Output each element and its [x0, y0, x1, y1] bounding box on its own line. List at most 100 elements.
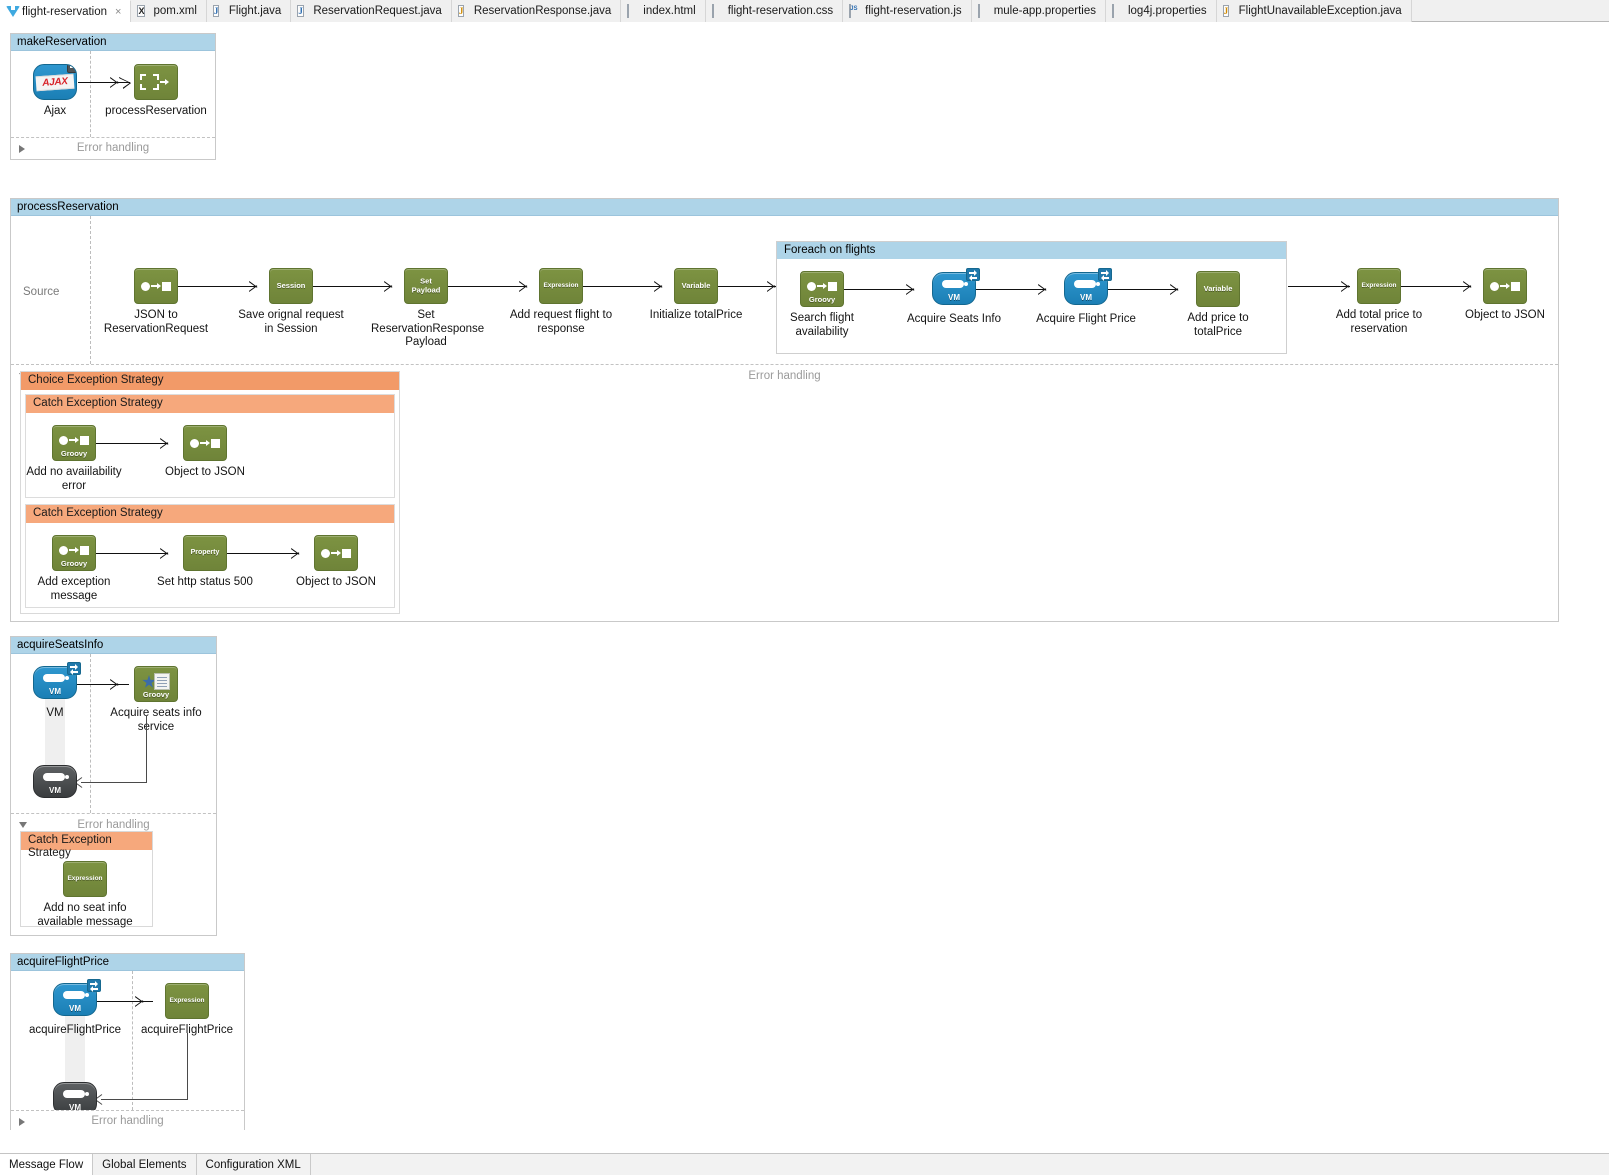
flow-acquire-seats-info[interactable]: acquireSeatsInfo VM VM Groovy Acquire se… [10, 636, 217, 936]
close-icon[interactable]: × [115, 6, 121, 18]
node-add-price-to-totalprice[interactable]: Variable Add price to totalPrice [1163, 271, 1273, 339]
editor-tab-flight-java[interactable]: Flight.java [206, 0, 292, 22]
node-vm-inbound[interactable]: VM VM [0, 662, 110, 721]
node-add-no-availability-error[interactable]: Groovy Add no avaiilability error [19, 425, 129, 493]
java-icon [297, 4, 309, 18]
catch-exception-strategy[interactable]: Catch Exception Strategy Groovy Add exce… [25, 504, 395, 608]
tab-configuration-xml[interactable]: Configuration XML [196, 1154, 311, 1175]
request-reply-badge [87, 979, 101, 992]
node-add-exception-message[interactable]: Groovy Add exception message [19, 535, 129, 603]
error-handling-label: Error handling [91, 1115, 164, 1127]
groovy-icon: Groovy [52, 535, 96, 571]
icon-label: VM [1080, 293, 1092, 302]
node-set-reservationresponse-payload[interactable]: Set Payload Set ReservationResponse Payl… [371, 268, 485, 350]
flow-title: processReservation [11, 199, 1558, 216]
editor-tab-bar: flight-reservation × pom.xml Flight.java… [0, 0, 1609, 22]
catch-exception-strategy[interactable]: Catch Exception Strategy Expression Add … [20, 831, 153, 929]
node-save-original-request-in-session[interactable]: Session Save orignal request in Session [236, 268, 346, 336]
node-label: Add price to totalPrice [1187, 312, 1249, 338]
editor-tab-flight-reservation-css[interactable]: flight-reservation.css [705, 0, 844, 22]
node-label: Search flight availability [790, 312, 854, 338]
node-acquire-flight-price-inbound[interactable]: VM acquireFlightPrice [20, 979, 130, 1038]
icon-label: Groovy [142, 690, 170, 699]
choice-exception-strategy[interactable]: Choice Exception Strategy Catch Exceptio… [20, 371, 400, 614]
icon-label: Expression [543, 282, 579, 289]
editor-tab-pom-xml[interactable]: pom.xml [131, 0, 207, 22]
mule-icon [6, 5, 18, 18]
node-acquire-flight-price-expression[interactable]: Expression acquireFlightPrice [132, 983, 242, 1038]
node-label: Add no avaiilability error [26, 466, 122, 492]
lane-divider [90, 216, 91, 364]
groovy-script-icon: Groovy [134, 666, 178, 702]
node-label: Object to JSON [296, 576, 376, 588]
editor-tab-log4j-properties[interactable]: log4j.properties [1105, 0, 1217, 22]
scope-title: Foreach on flights [777, 242, 1286, 259]
node-label: JSON to ReservationRequest [103, 309, 209, 335]
doc-icon [627, 3, 639, 18]
transformer-icon [134, 268, 178, 304]
editor-tab-label: ReservationRequest.java [313, 5, 442, 17]
set-payload-icon: Set Payload [404, 268, 448, 304]
node-label: Set ReservationResponse Payload [371, 309, 485, 348]
editor-tab-flight-reservation[interactable]: flight-reservation × [0, 0, 132, 22]
icon-label: Session [276, 281, 306, 290]
node-object-to-json[interactable]: Object to JSON [281, 535, 391, 590]
node-label: Object to JSON [1465, 309, 1545, 321]
flow-title: acquireFlightPrice [11, 954, 244, 971]
flow-process-reservation[interactable]: processReservation Source JSON to Reserv… [10, 198, 1559, 622]
js-icon [849, 3, 861, 18]
catch-exception-strategy[interactable]: Catch Exception Strategy Groovy Add no a… [25, 394, 395, 498]
vm-icon: VM [33, 662, 81, 699]
java-warning-icon [1222, 4, 1235, 18]
message-flow-canvas[interactable]: makeReservation AJAX Ajax processReserva… [0, 22, 1609, 1130]
editor-tab-label: index.html [643, 5, 696, 17]
flow-make-reservation[interactable]: makeReservation AJAX Ajax processReserva… [10, 33, 216, 160]
node-initialize-totalprice[interactable]: Variable Initialize totalPrice [641, 268, 751, 323]
tab-global-elements[interactable]: Global Elements [93, 1154, 197, 1175]
variable-icon: Variable [674, 268, 718, 304]
icon-label: Expression [169, 997, 205, 1004]
editor-tab-label: flight-reservation [22, 5, 108, 18]
icon-label: VM [49, 786, 61, 795]
flow-title: acquireSeatsInfo [11, 637, 216, 654]
node-ajax[interactable]: AJAX Ajax [0, 64, 110, 119]
node-label: Add request flight to response [509, 309, 613, 335]
node-label: Add no seat info available message [37, 902, 133, 928]
node-object-to-json[interactable]: Object to JSON [1450, 268, 1560, 323]
flow-acquire-flight-price[interactable]: acquireFlightPrice VM acquireFlightPrice… [10, 953, 245, 1130]
catch-strategy-title: Catch Exception Strategy [26, 505, 394, 523]
editor-tab-reservation-response-java[interactable]: ReservationResponse.java [451, 0, 622, 22]
error-handling-strip[interactable]: Error handling [11, 137, 215, 159]
node-add-no-seat-info-available-message[interactable]: Expression Add no seat info available me… [30, 861, 140, 929]
node-acquire-seats-info-service[interactable]: Groovy Acquire seats info service [101, 666, 211, 734]
icon-label: VM [49, 687, 61, 696]
node-json-to-reservationrequest[interactable]: JSON to ReservationRequest [101, 268, 211, 336]
error-handling-strip[interactable]: Error handling [11, 1110, 244, 1130]
node-object-to-json[interactable]: Object to JSON [150, 425, 260, 480]
node-acquire-seats-info[interactable]: VM Acquire Seats Info [899, 268, 1009, 327]
editor-tab-flight-unavailable-exception-java[interactable]: FlightUnavailableException.java [1216, 0, 1412, 22]
node-vm-outbound[interactable]: VM [0, 765, 110, 798]
node-label: Initialize totalPrice [649, 309, 743, 321]
transformer-icon [1483, 268, 1527, 304]
java-warning-icon [457, 4, 470, 18]
scope-foreach-on-flights[interactable]: Foreach on flights Groovy Search flight … [776, 241, 1287, 354]
source-lane-label: Source [23, 286, 60, 298]
node-acquire-flight-price[interactable]: VM Acquire Flight Price [1031, 268, 1141, 327]
editor-tab-label: pom.xml [153, 5, 197, 17]
editor-tab-flight-reservation-js[interactable]: flight-reservation.js [843, 0, 972, 22]
editor-tab-label: log4j.properties [1127, 5, 1207, 17]
tab-message-flow[interactable]: Message Flow [0, 1154, 94, 1175]
editor-tab-reservation-request-java[interactable]: ReservationRequest.java [291, 0, 452, 22]
editor-tab-mule-app-properties[interactable]: mule-app.properties [971, 0, 1106, 22]
node-search-flight-availability[interactable]: Groovy Search flight availability [767, 271, 877, 339]
icon-label: Set Payload [411, 276, 441, 294]
node-set-http-status-500[interactable]: Property Set http status 500 [150, 535, 260, 590]
node-label: Acquire Seats Info [907, 313, 1001, 325]
node-add-request-flight-to-response[interactable]: Expression Add request flight to respons… [506, 268, 616, 336]
editor-tab-index-html[interactable]: index.html [621, 0, 706, 22]
node-add-total-price-to-reservation[interactable]: Expression Add total price to reservatio… [1324, 268, 1434, 336]
icon-label: Groovy [808, 295, 836, 304]
exception-strategy-title: Choice Exception Strategy [21, 372, 399, 390]
node-process-reservation-ref[interactable]: processReservation [101, 64, 211, 119]
